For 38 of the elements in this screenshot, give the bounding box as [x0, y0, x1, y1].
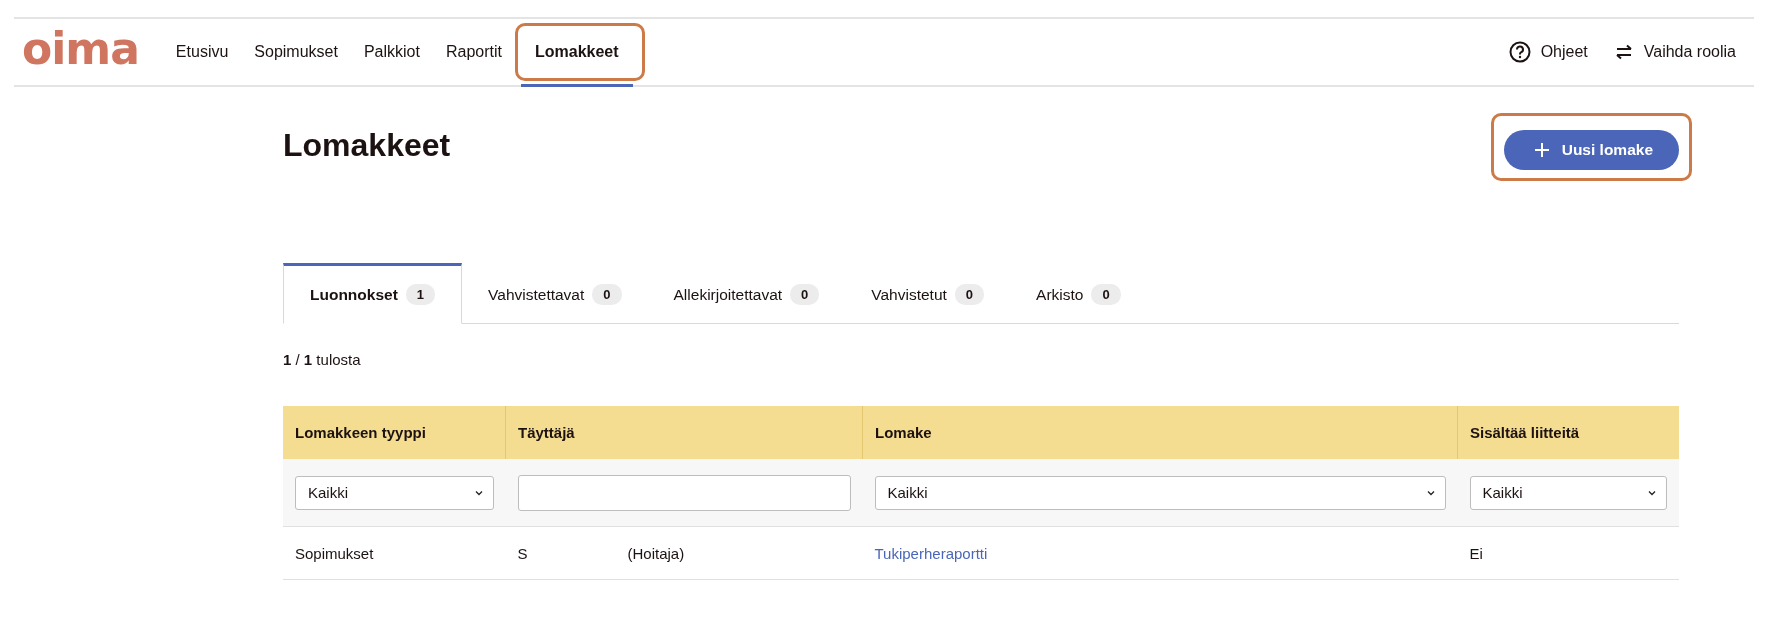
tab[interactable]: Vahvistetut 0 — [845, 263, 1011, 324]
column-header: Lomakkeen tyyppi — [283, 406, 506, 459]
table-cell: Ei — [1457, 526, 1679, 580]
column-header: Sisältää liitteitä — [1457, 406, 1679, 459]
filter-dropdown[interactable]: Kaikki — [1469, 475, 1667, 510]
nav-link[interactable]: Sopimukset — [241, 19, 351, 87]
page-title: Lomakkeet — [283, 127, 451, 164]
chevron-down-icon — [1648, 489, 1656, 496]
filter-input[interactable] — [517, 474, 851, 511]
count-badge: 1 — [405, 284, 436, 305]
filter-dropdown[interactable]: Kaikki — [295, 475, 494, 510]
filter-dropdown[interactable]: Kaikki — [874, 475, 1446, 510]
count-badge: 0 — [954, 284, 985, 305]
nav-link[interactable]: Etusivu — [162, 19, 242, 87]
chevron-down-icon — [474, 489, 483, 496]
new-form-button[interactable]: Uusi lomake — [1503, 130, 1679, 170]
nav-link[interactable]: Palkkiot — [350, 19, 433, 87]
tab[interactable]: Allekirjoitettavat 0 — [647, 263, 846, 324]
plus-icon — [1533, 142, 1550, 158]
tab[interactable]: Vahvistettavat 0 — [462, 263, 648, 324]
help-icon — [1508, 41, 1531, 63]
count-badge: 0 — [790, 284, 820, 305]
form-link[interactable]: Tukiperheraportti — [874, 544, 988, 562]
count-badge: 0 — [592, 284, 622, 305]
table-cell: Sopimukset — [283, 526, 506, 580]
column-header: Täyttäjä — [505, 406, 863, 459]
count-badge: 0 — [1091, 284, 1121, 305]
header-link[interactable]: Vaihda roolia — [1643, 43, 1736, 61]
tab[interactable]: Luonnokset 1 — [283, 263, 463, 324]
tab[interactable]: Arkisto 0 — [1010, 263, 1147, 324]
header-link[interactable]: Ohjeet — [1540, 43, 1588, 61]
nav-link[interactable]: Raportit — [432, 19, 515, 87]
table-cell: (Hoitaja) — [627, 544, 685, 562]
column-header: Lomake — [862, 406, 1458, 459]
chevron-down-icon — [1426, 489, 1435, 496]
nav-link[interactable]: Lomakkeet — [521, 19, 633, 87]
result-count: 1 / 1 tulosta — [283, 351, 362, 368]
table-cell: S — [517, 544, 528, 562]
